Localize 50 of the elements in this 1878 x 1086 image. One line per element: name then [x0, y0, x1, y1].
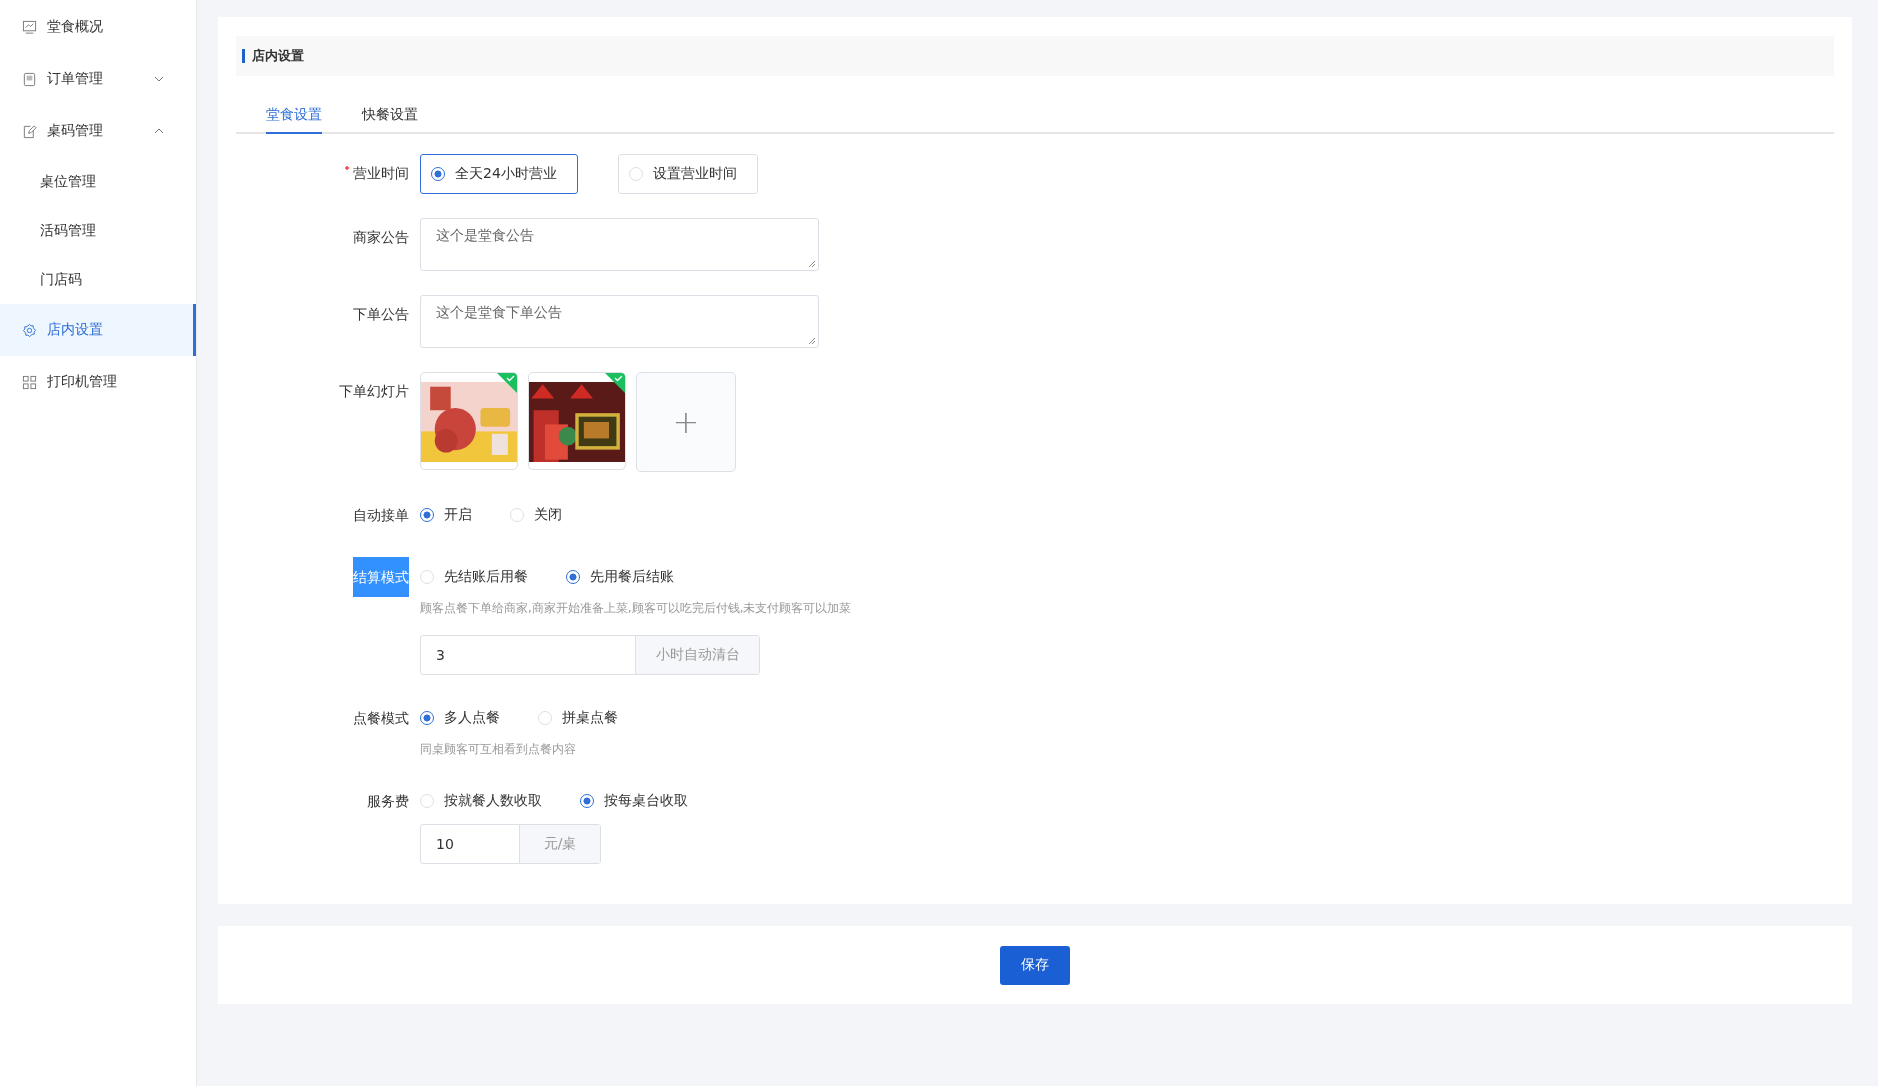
field-label: 下单公告 [353, 305, 409, 324]
image-thumbnail[interactable] [528, 372, 626, 470]
resize-handle-icon[interactable] [808, 337, 816, 345]
sidebar-item[interactable]: 堂食概况 [0, 1, 196, 53]
save-button[interactable]: 保存 [1000, 945, 1070, 985]
grid-icon [22, 374, 37, 390]
image-thumbnail[interactable] [420, 372, 518, 470]
field-label: 服务费 [367, 792, 409, 811]
field-label: 商家公告 [353, 228, 409, 247]
radio-option[interactable]: 拼桌点餐 [538, 709, 618, 727]
hint-text: 同桌顾客可互相看到点餐内容 [420, 741, 577, 758]
field-label: 点餐模式 [353, 709, 409, 728]
text-area[interactable]: 这个是堂食下单公告 [420, 295, 819, 348]
number-input[interactable]: 10 元/桌 [420, 824, 601, 864]
sidebar-subitem[interactable]: 活码管理 [0, 206, 196, 255]
resize-handle-icon[interactable] [808, 260, 816, 268]
tab[interactable]: 快餐设置 [362, 100, 418, 134]
radio-option[interactable]: 开启 [420, 506, 472, 524]
field-label: 自动接单 [353, 506, 409, 525]
edit-icon [22, 123, 37, 139]
radio-option[interactable]: 按每桌台收取 [580, 792, 688, 810]
hint-text: 顾客点餐下单给商家,商家开始准备上菜,顾客可以吃完后付钱,未支付顾客可以加菜 [420, 600, 852, 617]
sidebar-item[interactable]: 店内设置 [0, 304, 196, 356]
radio-option[interactable]: 先用餐后结账 [566, 568, 674, 586]
radio-option[interactable]: 多人点餐 [420, 709, 500, 727]
radio-option[interactable]: 设置营业时间 [617, 154, 758, 194]
chart-icon [22, 19, 37, 35]
sidebar-subitem[interactable]: 门店码 [0, 255, 196, 304]
radio-option[interactable]: 先结账后用餐 [420, 568, 528, 586]
tab[interactable]: 堂食设置 [266, 100, 322, 134]
unit-label: 小时自动清台 [635, 636, 759, 674]
radio-option[interactable]: 按就餐人数收取 [420, 792, 542, 810]
caret-icon [154, 128, 164, 134]
field-label: 营业时间 [345, 163, 409, 183]
sidebar-item[interactable]: 订单管理 [0, 53, 196, 105]
radio-option[interactable]: 关闭 [510, 506, 562, 524]
unit-label: 元/桌 [519, 825, 600, 863]
field-label: 下单幻灯片 [339, 382, 409, 401]
radio-option[interactable]: 全天24小时营业 [420, 154, 578, 194]
sidebar-item[interactable]: 桌码管理 [0, 105, 196, 157]
sidebar-subitem[interactable]: 桌位管理 [0, 157, 196, 206]
add-image-button[interactable]: + [636, 372, 736, 472]
section-title: 店内设置 [242, 49, 304, 63]
sidebar-item[interactable]: 打印机管理 [0, 356, 196, 408]
settings-icon [22, 322, 37, 338]
document-icon [22, 71, 37, 87]
number-input[interactable]: 3 小时自动清台 [420, 635, 760, 675]
text-area[interactable]: 这个是堂食公告 [420, 218, 819, 271]
caret-icon [154, 76, 164, 82]
field-label: 结算模式 [353, 557, 409, 597]
